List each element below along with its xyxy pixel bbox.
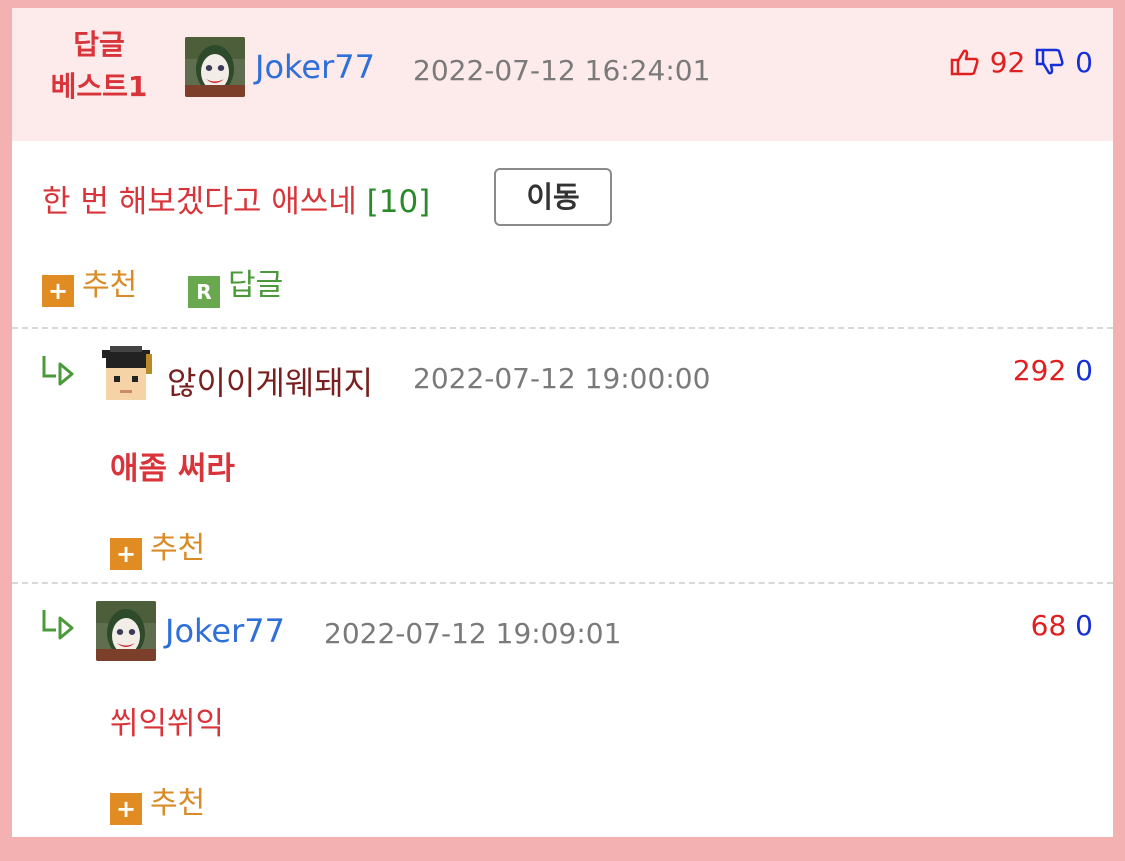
plus-icon: + bbox=[110, 793, 142, 825]
pixel-avatar-image bbox=[96, 346, 156, 406]
author-name[interactable]: Joker77 bbox=[255, 48, 375, 86]
best-comment-header: 답글 베스트1 Joker77 2022-07-12 16:24:01 92 0 bbox=[12, 8, 1113, 141]
badge-line1: 답글 bbox=[73, 28, 125, 61]
author-name[interactable]: 않이이게웨돼지 bbox=[167, 358, 373, 404]
joker-avatar-image bbox=[96, 601, 156, 661]
recommend-button[interactable]: + 추천 bbox=[42, 260, 137, 307]
joker-avatar-image bbox=[185, 37, 245, 97]
avatar[interactable] bbox=[185, 37, 245, 97]
recommend-label: 추천 bbox=[150, 786, 206, 821]
comment-text: 한 번 해보겠다고 애쓰네 bbox=[42, 184, 357, 220]
comment-panel: 답글 베스트1 Joker77 2022-07-12 16:24:01 92 0… bbox=[12, 8, 1113, 837]
reply-button[interactable]: R 답글 bbox=[188, 260, 283, 308]
vote-counts: 68 0 bbox=[1031, 609, 1093, 642]
vote-counts: 292 0 bbox=[1013, 354, 1093, 387]
avatar[interactable] bbox=[96, 346, 156, 406]
downvote-count: 0 bbox=[1075, 354, 1093, 387]
thumbs-up-icon[interactable] bbox=[949, 46, 981, 78]
recommend-label: 추천 bbox=[82, 268, 138, 303]
divider bbox=[12, 582, 1113, 584]
downvote-count: 0 bbox=[1075, 609, 1093, 642]
plus-icon: + bbox=[110, 538, 142, 570]
upvote-count: 68 bbox=[1030, 609, 1067, 642]
upvote-count: 92 bbox=[989, 46, 1026, 79]
reply-r-icon: R bbox=[188, 276, 220, 308]
comment-date: 2022-07-12 16:24:01 bbox=[413, 54, 711, 87]
recommend-label: 추천 bbox=[150, 531, 206, 566]
thumbs-down-icon[interactable] bbox=[1034, 46, 1066, 78]
plus-icon: + bbox=[42, 275, 74, 307]
badge-line2: 베스트1 bbox=[50, 70, 148, 103]
comment-date: 2022-07-12 19:09:01 bbox=[324, 617, 622, 650]
comment-body: 한 번 해보겠다고 애쓰네 [10] bbox=[42, 176, 430, 221]
reply-count[interactable]: [10] bbox=[367, 184, 431, 220]
upvote-count: 292 bbox=[1012, 354, 1067, 387]
reply-text: 애좀 써라 bbox=[110, 451, 235, 487]
reply-label: 답글 bbox=[228, 268, 284, 303]
comment-date: 2022-07-12 19:00:00 bbox=[413, 362, 711, 395]
avatar[interactable] bbox=[96, 601, 156, 661]
divider bbox=[12, 327, 1113, 329]
move-button[interactable]: 이동 bbox=[494, 168, 612, 226]
reply-text: 쒸익쒸익 bbox=[110, 706, 225, 742]
vote-counts: 92 0 bbox=[949, 46, 1093, 79]
best-reply-badge: 답글 베스트1 bbox=[34, 24, 164, 108]
recommend-button[interactable]: + 추천 bbox=[110, 778, 205, 825]
recommend-button[interactable]: + 추천 bbox=[110, 523, 205, 570]
reply-arrow-icon bbox=[42, 610, 74, 640]
reply-arrow-icon bbox=[42, 356, 74, 386]
downvote-count: 0 bbox=[1075, 46, 1093, 79]
author-name[interactable]: Joker77 bbox=[165, 612, 285, 650]
